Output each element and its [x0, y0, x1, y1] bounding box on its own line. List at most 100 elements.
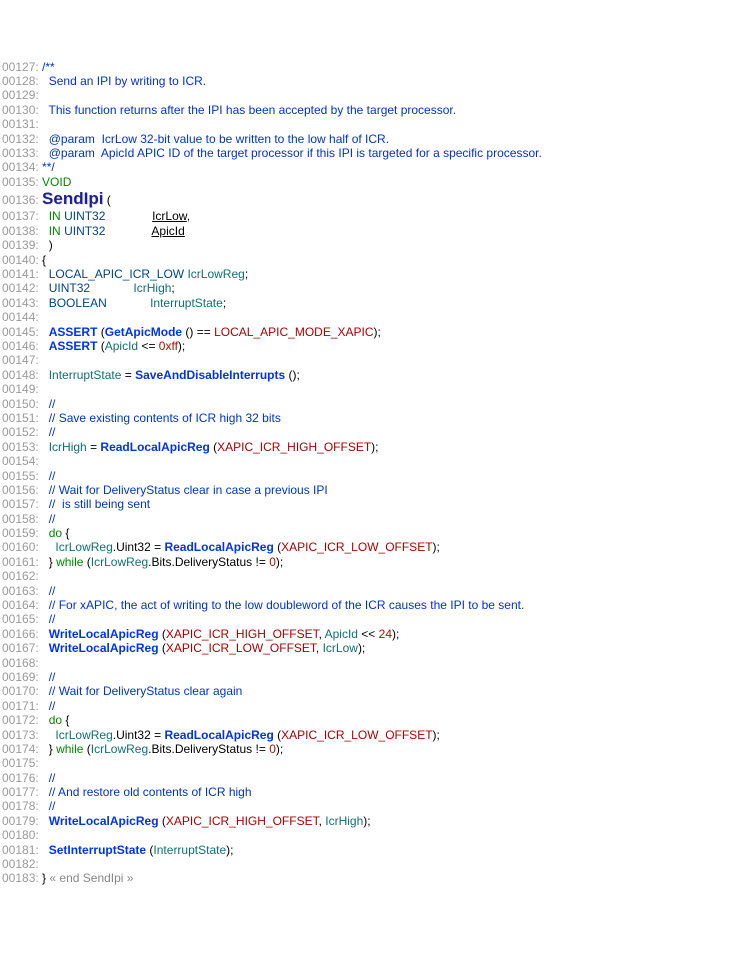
kw-void: VOID: [42, 175, 71, 189]
lineno: 00143:: [2, 296, 39, 310]
fn-readlocal[interactable]: ReadLocalApicReg: [164, 728, 273, 742]
cmt: //: [49, 799, 56, 813]
cmt: //: [49, 469, 56, 483]
lineno: 00160:: [2, 540, 39, 554]
cmt: //: [49, 512, 56, 526]
fn-getapicmode[interactable]: GetApicMode: [105, 325, 182, 339]
lineno: 00158:: [2, 512, 39, 526]
kw-do: do: [49, 526, 62, 540]
type: UINT32: [49, 281, 90, 295]
doc-param: @param IcrLow 32-bit value to be written…: [42, 132, 389, 146]
param-apicid[interactable]: ApicId: [151, 224, 184, 238]
lineno: 00137:: [2, 209, 39, 223]
var: IcrLowReg: [55, 540, 112, 554]
var: IcrHigh: [49, 440, 87, 454]
fn-setint[interactable]: SetInterruptState: [49, 843, 146, 857]
fn-writelocal[interactable]: WriteLocalApicReg: [49, 627, 159, 641]
fn-writelocal[interactable]: WriteLocalApicReg: [49, 814, 159, 828]
paren: (: [103, 193, 110, 207]
code-listing: 00127: /** 00128: Send an IPI by writing…: [2, 60, 730, 886]
num: 0: [269, 555, 276, 569]
lineno: 00183:: [2, 871, 39, 885]
fn-readlocal[interactable]: ReadLocalApicReg: [164, 540, 273, 554]
cmt: //: [49, 425, 56, 439]
fn-writelocal[interactable]: WriteLocalApicReg: [49, 641, 159, 655]
fn-assert[interactable]: ASSERT: [49, 325, 98, 339]
lineno: 00182:: [2, 857, 39, 871]
fn-savedisable[interactable]: SaveAndDisableInterrupts: [135, 368, 285, 382]
num: 24: [379, 627, 392, 641]
lineno: 00142:: [2, 281, 39, 295]
doc-close: **/: [42, 160, 55, 174]
var: ApicId: [105, 339, 138, 353]
lineno: 00167:: [2, 641, 39, 655]
lineno: 00147:: [2, 353, 39, 367]
lineno: 00132:: [2, 132, 39, 146]
end-tag: « end SendIpi »: [46, 871, 133, 885]
lineno: 00135:: [2, 175, 39, 189]
kw-while: while: [56, 742, 83, 756]
lineno: 00178:: [2, 799, 39, 813]
paren: ): [49, 238, 53, 252]
fn-readlocal[interactable]: ReadLocalApicReg: [100, 440, 209, 454]
type: UINT32: [64, 224, 105, 238]
lineno: 00140:: [2, 253, 39, 267]
type: LOCAL_APIC_ICR_LOW: [49, 267, 184, 281]
lineno: 00129:: [2, 88, 39, 102]
var: IcrHigh: [325, 814, 363, 828]
macro: XAPIC_ICR_LOW_OFFSET: [281, 728, 432, 742]
num: 0xff: [159, 339, 178, 353]
lineno: 00181:: [2, 843, 39, 857]
cmt: // Wait for DeliveryStatus clear in case…: [49, 483, 328, 497]
cmt: //: [49, 771, 56, 785]
cmt: // is still being sent: [49, 497, 150, 511]
var: ApicId: [325, 627, 358, 641]
lineno: 00133:: [2, 146, 39, 160]
kw-in: IN: [49, 209, 61, 223]
lineno: 00148:: [2, 368, 39, 382]
doc-line: This function returns after the IPI has …: [42, 103, 456, 117]
macro: XAPIC_ICR_HIGH_OFFSET: [217, 440, 371, 454]
lineno: 00177:: [2, 785, 39, 799]
lineno: 00153:: [2, 440, 39, 454]
lineno: 00170:: [2, 684, 39, 698]
lineno: 00171:: [2, 699, 39, 713]
cmt: // Wait for DeliveryStatus clear again: [49, 684, 243, 698]
lineno: 00131:: [2, 117, 39, 131]
var: IcrLowReg: [187, 267, 244, 281]
lineno: 00162:: [2, 569, 39, 583]
lineno: 00138:: [2, 224, 39, 238]
lineno: 00134:: [2, 160, 39, 174]
cmt: // And restore old contents of ICR high: [49, 785, 252, 799]
doc-param: @param ApicId APIC ID of the target proc…: [42, 146, 542, 160]
lineno: 00163:: [2, 584, 39, 598]
macro: XAPIC_ICR_HIGH_OFFSET: [166, 814, 319, 828]
kw-in: IN: [49, 224, 61, 238]
doc-line: Send an IPI by writing to ICR.: [42, 74, 206, 88]
macro: XAPIC_ICR_LOW_OFFSET: [281, 540, 432, 554]
lineno: 00168:: [2, 656, 39, 670]
lineno: 00146:: [2, 339, 39, 353]
lineno: 00127:: [2, 60, 39, 74]
lineno: 00156:: [2, 483, 39, 497]
fn-assert[interactable]: ASSERT: [49, 339, 98, 353]
fn-name[interactable]: SendIpi: [42, 189, 103, 208]
lineno: 00173:: [2, 728, 39, 742]
cmt: //: [49, 584, 56, 598]
param-icrlow[interactable]: IcrLow: [152, 209, 187, 223]
lineno: 00128:: [2, 74, 39, 88]
lineno: 00139:: [2, 238, 39, 252]
macro: XAPIC_ICR_LOW_OFFSET: [166, 641, 316, 655]
lineno: 00180:: [2, 828, 39, 842]
lineno: 00179:: [2, 814, 39, 828]
lineno: 00161:: [2, 555, 39, 569]
var: InterruptState: [150, 296, 223, 310]
var: IcrLowReg: [91, 742, 148, 756]
brace: {: [42, 253, 46, 267]
cmt: //: [49, 670, 56, 684]
cmt: //: [49, 699, 56, 713]
var: IcrHigh: [133, 281, 171, 295]
cmt: // Save existing contents of ICR high 32…: [49, 411, 281, 425]
lineno: 00151:: [2, 411, 39, 425]
lineno: 00130:: [2, 103, 39, 117]
